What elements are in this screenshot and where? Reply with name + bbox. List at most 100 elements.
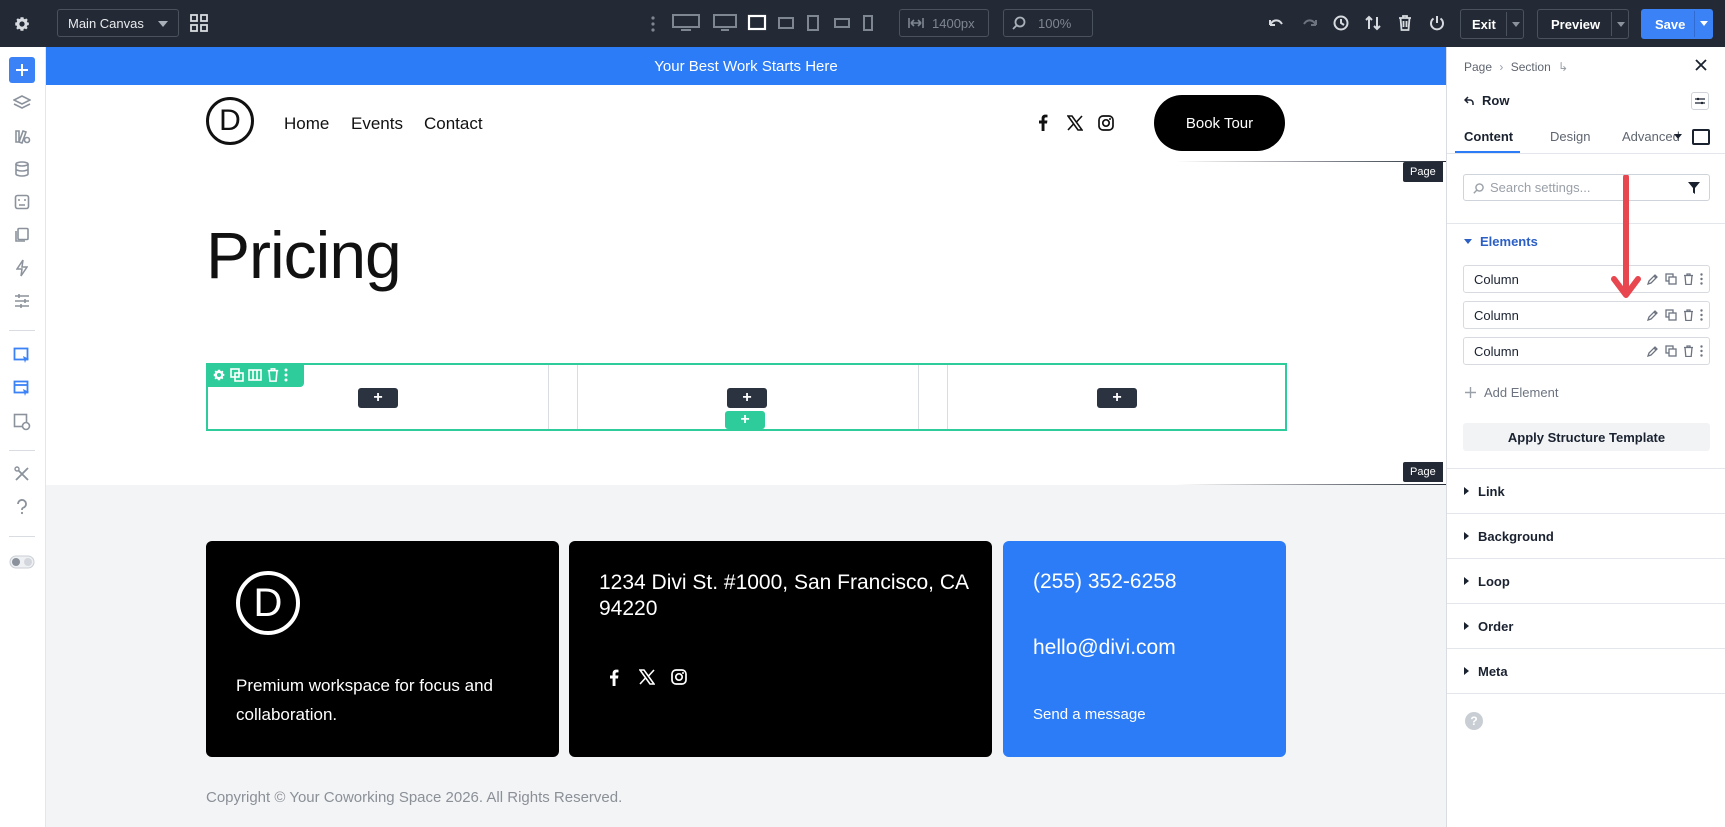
- close-icon[interactable]: [1695, 59, 1707, 71]
- chevron-down-icon[interactable]: [1617, 22, 1625, 27]
- footer-email[interactable]: hello@divi.com: [1033, 636, 1176, 660]
- redo-icon[interactable]: [1298, 13, 1320, 33]
- laptop-icon[interactable]: [746, 13, 768, 33]
- footer-phone[interactable]: (255) 352-6258: [1033, 570, 1177, 594]
- group-background[interactable]: Background: [1447, 513, 1725, 558]
- group-loop[interactable]: Loop: [1447, 558, 1725, 603]
- theme-builder-icon[interactable]: [9, 343, 35, 369]
- nav-link-home[interactable]: Home: [284, 114, 329, 134]
- settings-search-input[interactable]: Search settings...: [1463, 174, 1710, 201]
- add-module-button[interactable]: +: [727, 388, 767, 408]
- instagram-icon[interactable]: [671, 669, 687, 685]
- apply-structure-template-button[interactable]: Apply Structure Template: [1463, 423, 1710, 451]
- x-twitter-icon[interactable]: [1067, 115, 1083, 131]
- canvas-select[interactable]: Main Canvas: [57, 9, 179, 37]
- row-more-icon[interactable]: [284, 368, 288, 382]
- nav-link-events[interactable]: Events: [351, 114, 403, 134]
- tablet-portrait-icon[interactable]: [806, 13, 820, 33]
- row-columns-icon[interactable]: [248, 368, 262, 382]
- page-heading[interactable]: Pricing: [206, 217, 402, 293]
- add-module-button[interactable]: [9, 57, 35, 83]
- nav-link-contact[interactable]: Contact: [424, 114, 483, 134]
- save-button[interactable]: Save: [1641, 9, 1713, 39]
- site-logo[interactable]: D: [206, 97, 254, 145]
- send-message-link[interactable]: Send a message: [1033, 706, 1146, 723]
- element-column-2[interactable]: Column: [1463, 301, 1710, 329]
- grid-view-icon[interactable]: [188, 12, 210, 34]
- group-order[interactable]: Order: [1447, 603, 1725, 648]
- trash-icon[interactable]: [1683, 309, 1694, 321]
- more-vertical-icon[interactable]: [1700, 345, 1703, 357]
- device-preview-icon[interactable]: [1692, 129, 1710, 145]
- zoom-field[interactable]: 100%: [1003, 9, 1093, 37]
- preview-button[interactable]: Preview: [1537, 9, 1629, 39]
- tablet-landscape-icon[interactable]: [777, 14, 795, 32]
- exit-button[interactable]: Exit: [1460, 9, 1524, 39]
- chevron-down-icon[interactable]: [1674, 134, 1682, 139]
- add-module-button[interactable]: +: [1097, 388, 1137, 408]
- x-twitter-icon[interactable]: [639, 669, 655, 685]
- duplicate-icon[interactable]: [1665, 273, 1677, 285]
- tools-icon[interactable]: [9, 461, 35, 487]
- group-link[interactable]: Link: [1447, 468, 1725, 513]
- add-element-button[interactable]: Add Element: [1465, 385, 1558, 400]
- element-column-3[interactable]: Column: [1463, 337, 1710, 365]
- page-tag[interactable]: Page: [1403, 162, 1443, 182]
- duplicate-icon[interactable]: [1665, 345, 1677, 357]
- edit-pencil-icon[interactable]: [1647, 345, 1659, 357]
- row-duplicate-icon[interactable]: [230, 368, 244, 382]
- facebook-icon[interactable]: [1038, 114, 1048, 131]
- phone-portrait-icon[interactable]: [862, 13, 874, 33]
- view-mode-toggle-icon[interactable]: [9, 549, 35, 575]
- row-settings-icon[interactable]: [212, 368, 226, 382]
- facebook-icon[interactable]: [609, 669, 619, 686]
- edit-pencil-icon[interactable]: [1647, 309, 1659, 321]
- sort-icon[interactable]: [1362, 13, 1384, 33]
- theme-templates-icon[interactable]: [9, 376, 35, 402]
- page-settings-icon[interactable]: [9, 409, 35, 435]
- duplicate-icon[interactable]: [1665, 309, 1677, 321]
- footer-logo[interactable]: D: [236, 571, 300, 635]
- elements-group-header[interactable]: Elements: [1464, 234, 1538, 249]
- edit-pencil-icon[interactable]: [1647, 273, 1659, 285]
- page-tag[interactable]: Page: [1403, 462, 1443, 482]
- element-column-1[interactable]: Column: [1463, 265, 1710, 293]
- trash-icon[interactable]: [1683, 273, 1694, 285]
- undo-icon[interactable]: [1266, 13, 1288, 33]
- help-icon[interactable]: [9, 494, 35, 520]
- desktop-wide-icon[interactable]: [671, 13, 701, 33]
- settings-gear-icon[interactable]: [10, 12, 34, 36]
- history-icon[interactable]: [1330, 13, 1352, 33]
- panel-title[interactable]: Row: [1464, 93, 1509, 108]
- more-vertical-icon[interactable]: [1700, 309, 1703, 321]
- design-library-icon[interactable]: [9, 123, 35, 149]
- breadcrumb-page[interactable]: Page: [1464, 60, 1492, 74]
- back-arrow-icon[interactable]: [1464, 95, 1474, 106]
- more-vertical-icon[interactable]: [1700, 273, 1703, 285]
- desktop-icon[interactable]: [712, 13, 738, 33]
- tab-design[interactable]: Design: [1550, 129, 1590, 144]
- tab-content[interactable]: Content: [1464, 129, 1513, 144]
- chevron-down-icon[interactable]: [1512, 22, 1520, 27]
- database-icon[interactable]: [9, 156, 35, 182]
- trash-icon[interactable]: [1394, 13, 1416, 33]
- group-meta[interactable]: Meta: [1447, 648, 1725, 693]
- presets-icon[interactable]: [9, 189, 35, 215]
- filter-icon[interactable]: [1688, 182, 1700, 194]
- instagram-icon[interactable]: [1098, 115, 1114, 131]
- add-row-button[interactable]: +: [725, 411, 765, 429]
- layers-icon[interactable]: [9, 90, 35, 116]
- phone-landscape-icon[interactable]: [833, 15, 851, 31]
- row-delete-icon[interactable]: [266, 368, 280, 382]
- power-icon[interactable]: [1426, 13, 1448, 33]
- help-icon[interactable]: ?: [1465, 712, 1483, 730]
- book-tour-button[interactable]: Book Tour: [1154, 95, 1285, 151]
- breadcrumb-section[interactable]: Section: [1511, 60, 1551, 74]
- lightning-icon[interactable]: [9, 255, 35, 281]
- chevron-down-icon[interactable]: [1700, 21, 1708, 26]
- pages-icon[interactable]: [9, 222, 35, 248]
- tab-advanced[interactable]: Advanced: [1622, 129, 1680, 144]
- settings-sliders-icon[interactable]: [9, 288, 35, 314]
- canvas-width-field[interactable]: 1400px: [899, 9, 989, 37]
- more-vertical-icon[interactable]: [648, 14, 658, 34]
